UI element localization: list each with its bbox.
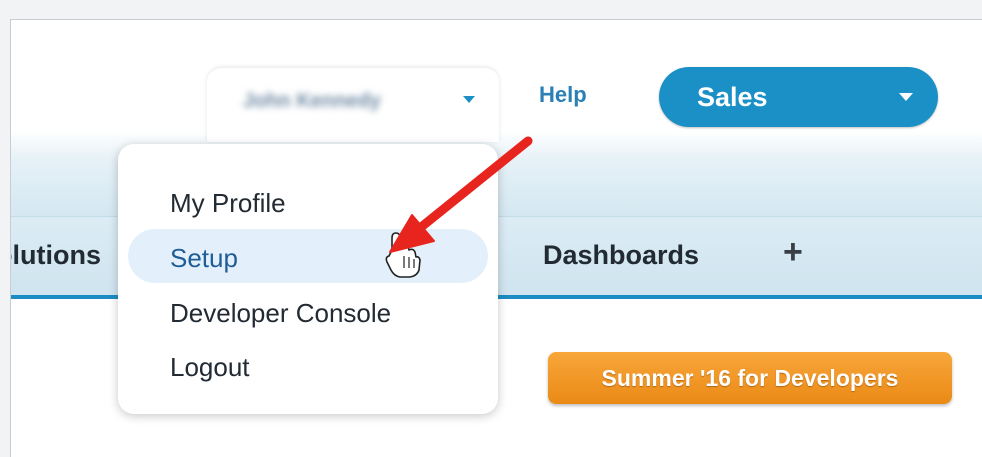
menu-item-logout[interactable]: Logout bbox=[128, 338, 488, 392]
menu-item-my-profile[interactable]: My Profile bbox=[128, 174, 488, 228]
app-switcher-label: Sales bbox=[697, 82, 768, 112]
menu-item-label: Logout bbox=[170, 352, 250, 382]
chevron-down-icon bbox=[463, 96, 475, 103]
menu-item-label: My Profile bbox=[170, 188, 286, 218]
promo-label: Summer '16 for Developers bbox=[601, 365, 899, 391]
user-name-blurred: John Kennedy bbox=[243, 90, 381, 112]
tab-dashboards[interactable]: Dashboards bbox=[543, 240, 699, 271]
user-dropdown-menu: My Profile Setup Developer Console Logou… bbox=[118, 144, 498, 414]
help-link[interactable]: Help bbox=[539, 82, 587, 108]
chevron-down-icon bbox=[899, 93, 913, 101]
app-switcher-button[interactable]: Sales bbox=[659, 67, 938, 127]
menu-item-setup[interactable]: Setup bbox=[128, 229, 488, 283]
menu-item-developer-console[interactable]: Developer Console bbox=[128, 284, 488, 338]
plus-icon[interactable]: + bbox=[783, 233, 803, 272]
menu-item-label: Developer Console bbox=[170, 298, 392, 328]
user-menu-trigger[interactable]: John Kennedy bbox=[207, 68, 499, 142]
tab-solutions[interactable]: Solutions bbox=[11, 240, 101, 271]
summer16-developers-button[interactable]: Summer '16 for Developers bbox=[548, 352, 952, 404]
menu-item-label: Setup bbox=[170, 243, 238, 273]
app-window: John Kennedy Help Sales Solutions Dashbo… bbox=[10, 19, 982, 457]
